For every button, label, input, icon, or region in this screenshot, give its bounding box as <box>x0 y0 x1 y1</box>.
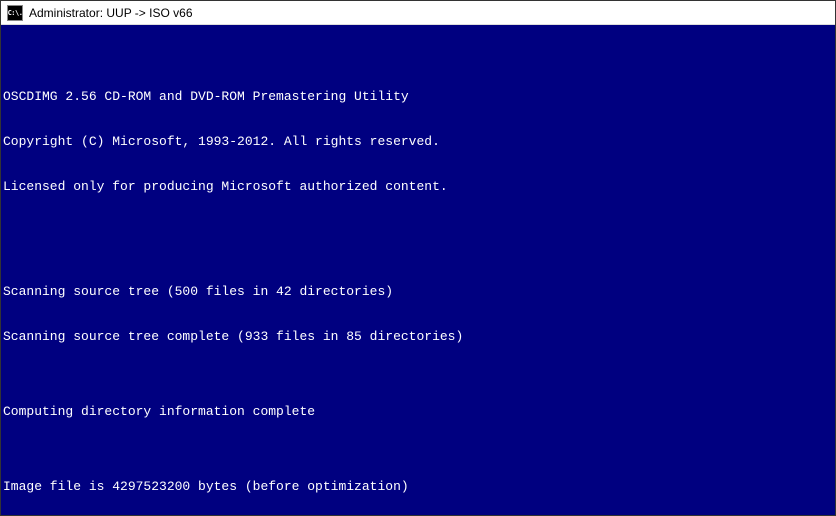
console-line: Scanning source tree (500 files in 42 di… <box>3 284 833 299</box>
console-window: C:\. Administrator: UUP -> ISO v66 OSCDI… <box>0 0 836 516</box>
window-title: Administrator: UUP -> ISO v66 <box>29 6 193 20</box>
console-line: Scanning source tree complete (933 files… <box>3 329 833 344</box>
console-line: Licensed only for producing Microsoft au… <box>3 179 833 194</box>
console-line: Computing directory information complete <box>3 404 833 419</box>
console-output[interactable]: OSCDIMG 2.56 CD-ROM and DVD-ROM Premaste… <box>1 25 835 515</box>
console-line: OSCDIMG 2.56 CD-ROM and DVD-ROM Premaste… <box>3 89 833 104</box>
titlebar[interactable]: C:\. Administrator: UUP -> ISO v66 <box>1 1 835 25</box>
cmd-icon: C:\. <box>7 5 23 21</box>
console-line: Image file is 4297523200 bytes (before o… <box>3 479 833 494</box>
console-line: Copyright (C) Microsoft, 1993-2012. All … <box>3 134 833 149</box>
